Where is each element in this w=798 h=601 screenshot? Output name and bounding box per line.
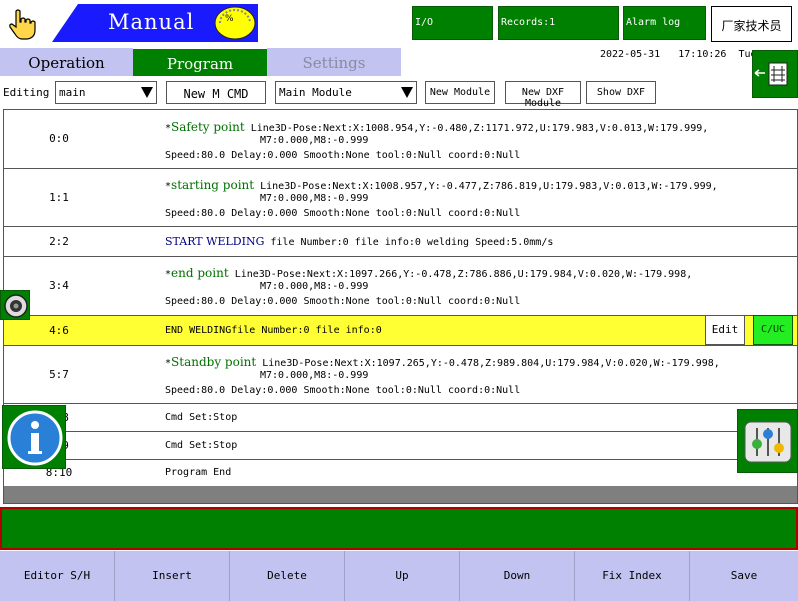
row-line-2: M7:0.000,M8:-0.999 (260, 193, 369, 204)
command-name: START WELDING (165, 235, 265, 248)
tab-operation[interactable]: Operation (0, 48, 133, 76)
editor-sh-button[interactable]: Editor S/H (0, 551, 115, 601)
row-line-3: Speed:80.0 Delay:0.000 Smooth:None tool:… (165, 385, 521, 396)
program-row[interactable]: 1:1 *starting point Line3D-Pose:Next:X:1… (4, 169, 797, 227)
row-line-3: Speed:80.0 Delay:0.000 Smooth:None tool:… (165, 208, 521, 219)
program-row[interactable]: 3:4 *end point Line3D-Pose:Next:X:1097.2… (4, 257, 797, 316)
program-row[interactable]: 6:8 Cmd Set:Stop (4, 404, 797, 432)
delete-button[interactable]: Delete (230, 551, 345, 601)
row-text: END WELDINGfile Number:0 file info:0 (165, 325, 382, 336)
point-name: Safety point (171, 120, 245, 134)
row-index: 4:6 (49, 324, 69, 337)
pose-text: Line3D-Pose:Next:X:1097.265,Y:-0.478,Z:9… (262, 358, 720, 369)
fix-index-button[interactable]: Fix Index (575, 551, 690, 601)
pose-text: Line3D-Pose:Next:X:1008.954,Y:-0.480,Z:1… (250, 123, 709, 134)
row-line-1: *starting point Line3D-Pose:Next:X:1008.… (165, 178, 718, 192)
point-name: Standby point (171, 355, 257, 369)
row-line-2: M7:0.000,M8:-0.999 (260, 135, 369, 146)
point-name: end point (171, 266, 229, 280)
controls-icon[interactable] (737, 409, 798, 473)
row-line-1: *Safety point Line3D-Pose:Next:X:1008.95… (165, 120, 709, 134)
editing-program-value: main (59, 86, 86, 99)
row-index: 2:2 (49, 235, 69, 248)
module-value: Main Module (279, 86, 352, 99)
row-line-3: Speed:80.0 Delay:0.000 Smooth:None tool:… (165, 150, 521, 161)
user-role-button[interactable]: 厂家技术员 (711, 6, 792, 42)
tab-settings[interactable]: Settings (267, 48, 401, 76)
program-row[interactable]: 0:0 *Safety point Line3D-Pose:Next:X:100… (4, 110, 797, 169)
side-panel-toggle-button[interactable] (752, 50, 798, 98)
row-line-2: M7:0.000,M8:-0.999 (260, 370, 369, 381)
module-select[interactable]: Main Module (275, 81, 417, 104)
speed-gauge-icon[interactable] (214, 6, 256, 40)
editing-program-select[interactable]: main (55, 81, 157, 104)
datetime-display: 2022-05-31 17:10:26 Tue (600, 49, 757, 60)
command-text: file Number:0 file info:0 welding Speed:… (270, 237, 554, 248)
io-button[interactable]: I/O (412, 6, 493, 40)
new-module-button[interactable]: New Module (425, 81, 495, 104)
program-row[interactable]: 8:10 Program End (4, 460, 797, 486)
row-line-1: START WELDING file Number:0 file info:0 … (165, 235, 553, 248)
point-name: starting point (171, 178, 255, 192)
program-row[interactable]: 5:7 *Standby point Line3D-Pose:Next:X:10… (4, 346, 797, 404)
status-bar (0, 507, 798, 550)
row-text: Cmd Set:Stop (165, 412, 238, 423)
new-dxf-module-button[interactable]: New DXF Module (505, 81, 581, 109)
row-index: 1:1 (49, 191, 69, 204)
tab-program[interactable]: Program (133, 49, 267, 76)
row-line-3: Speed:80.0 Delay:0.000 Smooth:None tool:… (165, 296, 521, 307)
insert-button[interactable]: Insert (115, 551, 230, 601)
hand-icon[interactable] (8, 8, 38, 40)
program-row-selected[interactable]: 4:6 END WELDINGfile Number:0 file info:0 (4, 316, 797, 346)
program-row[interactable]: 2:2 START WELDING file Number:0 file inf… (4, 227, 797, 257)
program-row[interactable]: 7:9 Cmd Set:Stop (4, 432, 797, 460)
gauge-label: % (225, 14, 234, 24)
editing-label: Editing (3, 86, 50, 99)
edit-row-button[interactable]: Edit (705, 315, 745, 345)
down-button[interactable]: Down (460, 551, 575, 601)
chevron-down-icon (401, 87, 413, 98)
up-button[interactable]: Up (345, 551, 460, 601)
row-index: 0:0 (49, 132, 69, 145)
new-m-cmd-button[interactable]: New M CMD (166, 81, 266, 104)
save-button[interactable]: Save (690, 551, 798, 601)
comment-uncomment-button[interactable]: C/UC (753, 315, 793, 345)
pose-text: Line3D-Pose:Next:X:1097.266,Y:-0.478,Z:7… (234, 269, 693, 280)
program-list[interactable]: 0:0 *Safety point Line3D-Pose:Next:X:100… (3, 109, 798, 504)
row-text: Program End (165, 467, 232, 478)
info-icon[interactable] (2, 405, 66, 469)
show-dxf-button[interactable]: Show DXF (586, 81, 656, 104)
chevron-down-icon (141, 87, 153, 98)
row-line-1: *Standby point Line3D-Pose:Next:X:1097.2… (165, 355, 720, 369)
pose-text: Line3D-Pose:Next:X:1008.957,Y:-0.477,Z:7… (260, 181, 718, 192)
alarm-log-button[interactable]: Alarm log (623, 6, 706, 40)
records-button[interactable]: Records:1 (498, 6, 619, 40)
row-index: 5:7 (49, 368, 69, 381)
row-text: Cmd Set:Stop (165, 440, 238, 451)
camera-icon[interactable] (0, 290, 30, 320)
list-scroll-area[interactable] (4, 486, 797, 503)
row-line-1: *end point Line3D-Pose:Next:X:1097.266,Y… (165, 266, 693, 280)
mode-label: Manual (108, 10, 195, 34)
row-line-2: M7:0.000,M8:-0.999 (260, 281, 369, 292)
